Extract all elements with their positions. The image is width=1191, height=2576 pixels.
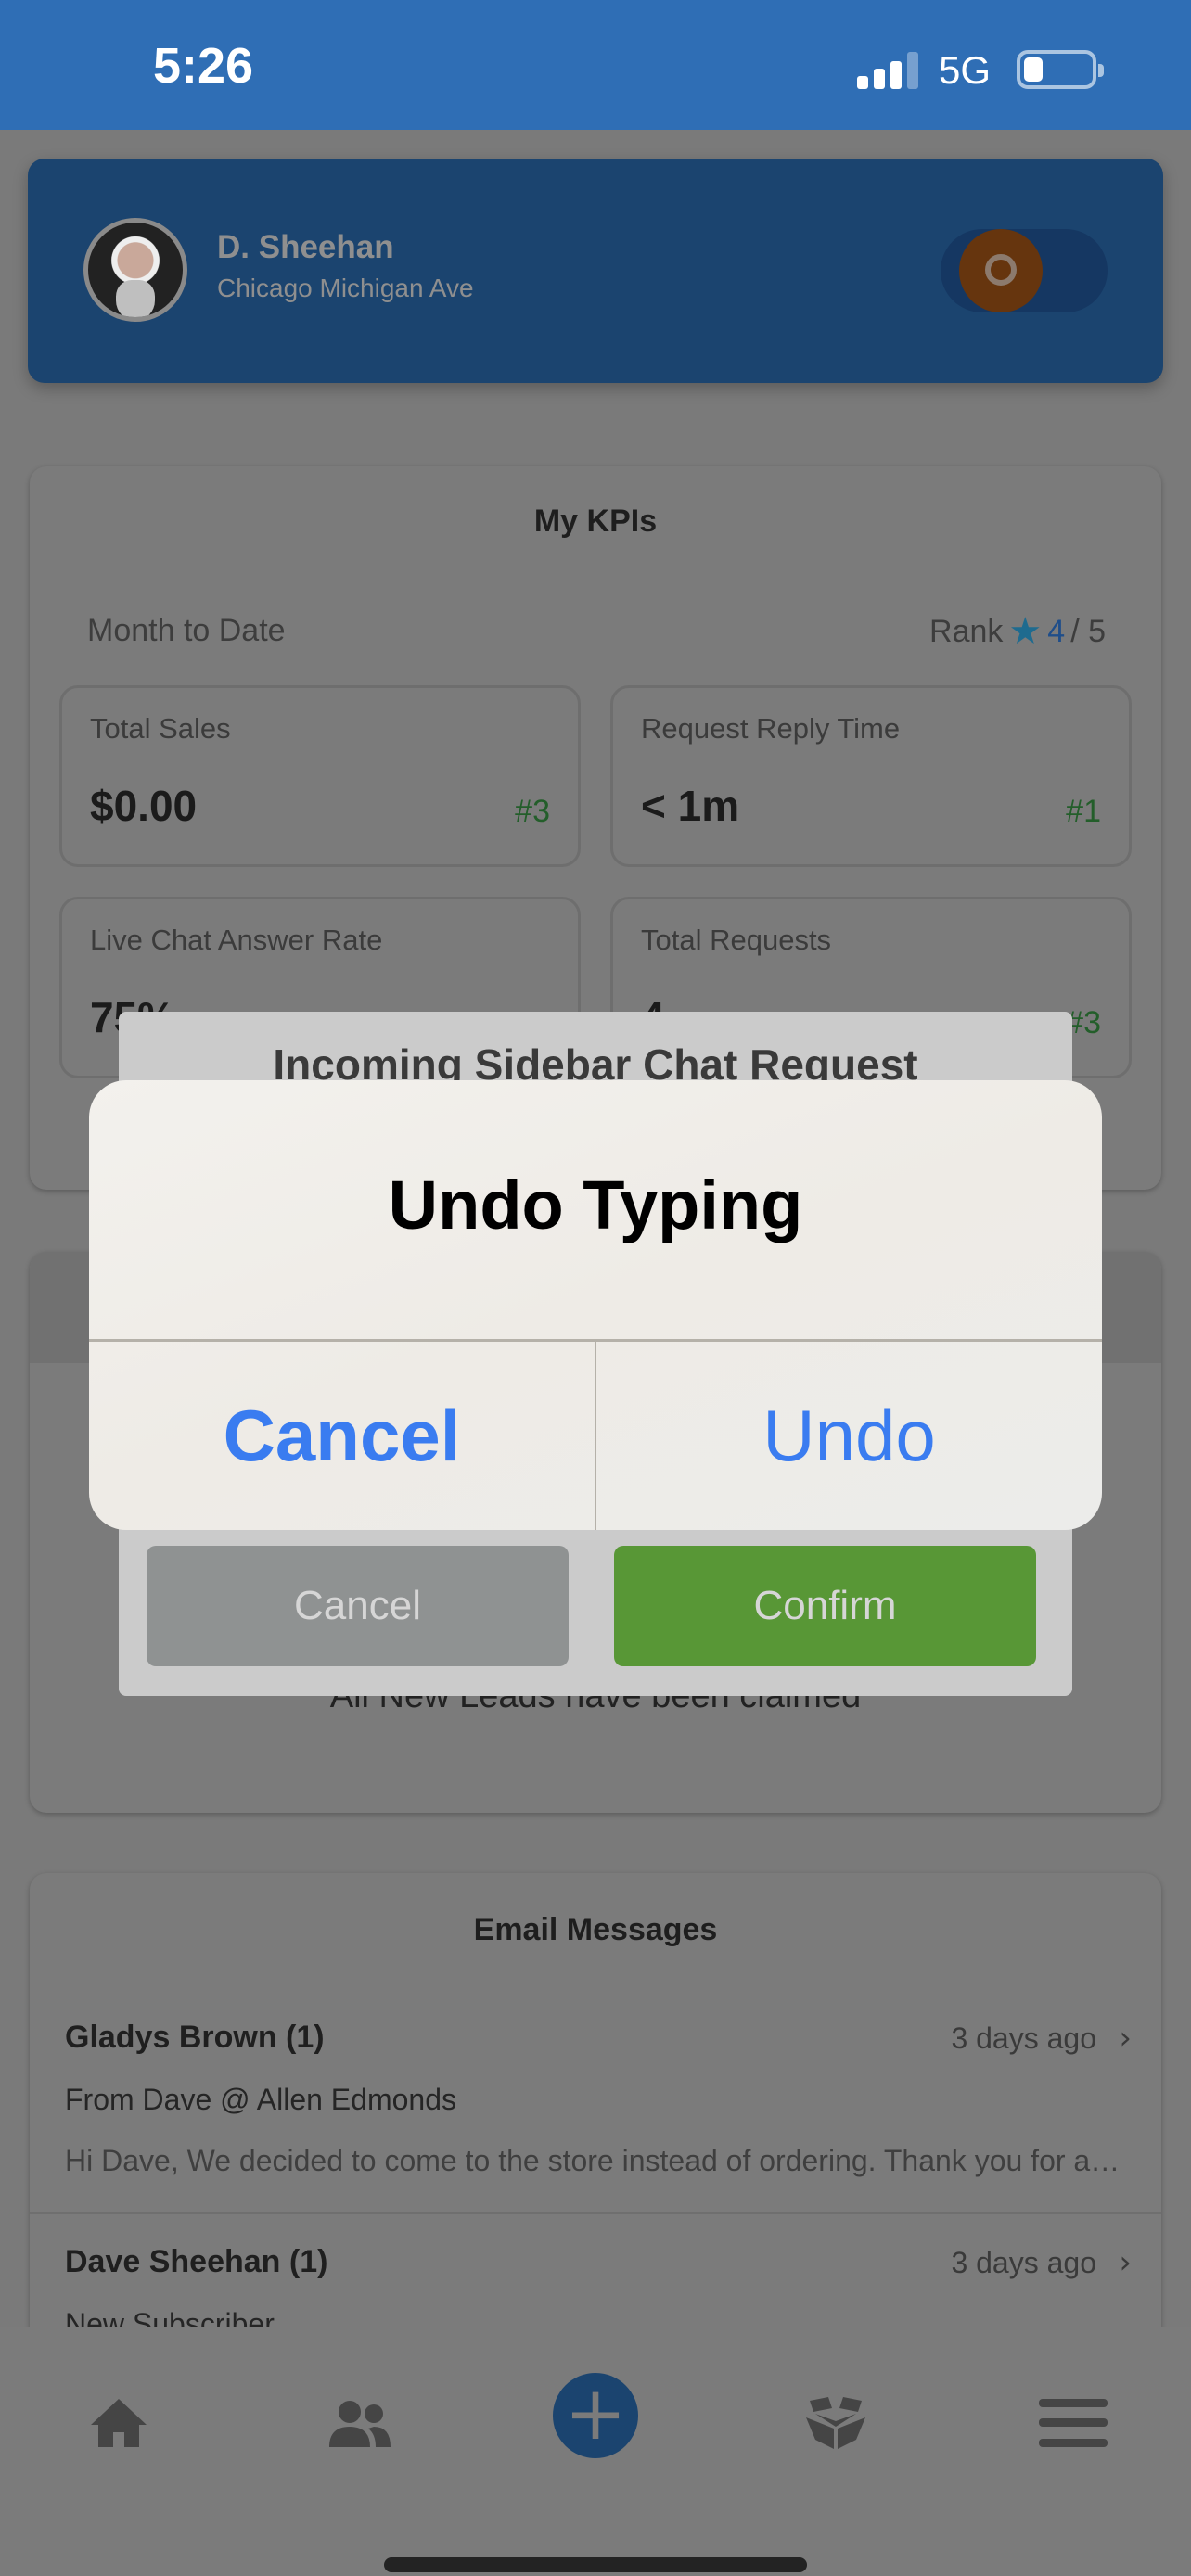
rank-total: / 5 [1070, 613, 1106, 649]
contacts-icon [329, 2401, 391, 2447]
email-preview: Hi Dave, We decided to come to the store… [65, 2144, 1122, 2177]
rank-label: Rank [929, 613, 1004, 649]
chat-availability-toggle[interactable] [941, 229, 1108, 312]
battery-icon [1017, 50, 1104, 89]
tab-packages[interactable] [794, 2381, 877, 2465]
home-icon [91, 2399, 147, 2447]
tab-contacts[interactable] [317, 2381, 401, 2465]
undo-typing-alert: Undo Typing Cancel Undo [89, 1080, 1102, 1530]
star-icon: ★ [1008, 611, 1043, 652]
kpi-rank-badge: #1 [1066, 794, 1101, 829]
chat-bubble-icon [985, 254, 1017, 286]
tab-bar: + [0, 2327, 1191, 2576]
profile-card: D. Sheehan Chicago Michigan Ave [28, 159, 1163, 383]
email-list-item[interactable]: Gladys Brown (1) 3 days ago › From Dave … [30, 2020, 1161, 2242]
email-sender: Gladys Brown (1) [65, 2020, 325, 2055]
signal-icon [857, 52, 922, 89]
avatar[interactable] [83, 218, 187, 322]
status-bar: 5:26 5G [0, 0, 1191, 130]
rank-value: 4 [1047, 613, 1066, 649]
open-box-icon [806, 2397, 865, 2449]
email-title: Email Messages [473, 1912, 718, 1947]
tab-menu[interactable] [1031, 2381, 1115, 2465]
kpi-label: Live Chat Answer Rate [90, 924, 383, 956]
profile-location: Chicago Michigan Ave [217, 274, 474, 302]
hamburger-menu-icon [1039, 2399, 1108, 2447]
tab-home[interactable] [77, 2381, 160, 2465]
kpi-label: Total Sales [90, 712, 231, 745]
profile-name: D. Sheehan [217, 229, 394, 265]
kpi-request-reply-time[interactable]: Request Reply Time < 1m #1 [610, 685, 1132, 867]
email-time: 3 days ago [951, 2246, 1096, 2279]
network-label: 5G [939, 48, 992, 92]
kpi-value: $0.00 [90, 782, 198, 830]
kpi-total-sales[interactable]: Total Sales $0.00 #3 [59, 685, 581, 867]
kpi-label: Total Requests [641, 924, 832, 956]
alert-cancel-button[interactable]: Cancel [89, 1342, 595, 1530]
chevron-right-icon: › [1119, 2244, 1132, 2281]
kpi-title: My KPIs [533, 504, 658, 539]
home-indicator [384, 2557, 807, 2572]
kpi-rank: Rank ★ 4 / 5 [929, 613, 1106, 650]
kpi-label: Request Reply Time [641, 712, 901, 745]
add-button[interactable]: + [553, 2373, 638, 2458]
modal-confirm-button[interactable]: Confirm [614, 1546, 1036, 1666]
kpi-rank-badge: #3 [515, 794, 550, 829]
email-subject: From Dave @ Allen Edmonds [65, 2083, 456, 2116]
alert-title: Undo Typing [388, 1167, 803, 1243]
email-time: 3 days ago [951, 2021, 1096, 2055]
alert-undo-button[interactable]: Undo [596, 1342, 1102, 1530]
email-sender: Dave Sheehan (1) [65, 2244, 328, 2279]
toggle-knob [959, 229, 1043, 312]
divider [30, 2212, 1161, 2214]
status-time: 5:26 [153, 38, 254, 94]
chevron-right-icon: › [1119, 2020, 1132, 2057]
modal-cancel-button[interactable]: Cancel [147, 1546, 569, 1666]
kpi-period: Month to Date [87, 613, 286, 648]
kpi-value: < 1m [641, 782, 740, 830]
